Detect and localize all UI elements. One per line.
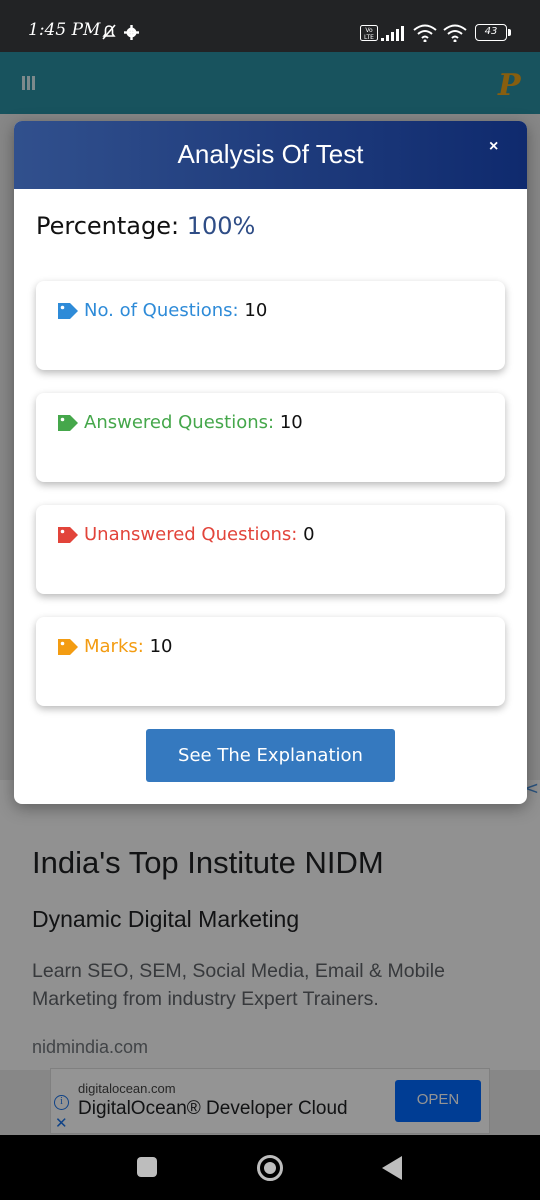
tag-icon bbox=[58, 415, 78, 431]
stat-label: No. of Questions: bbox=[84, 300, 239, 321]
stat-label: Unanswered Questions: bbox=[84, 524, 298, 545]
see-explanation-button[interactable]: See The Explanation bbox=[146, 729, 395, 782]
percentage-value: 100% bbox=[186, 212, 256, 240]
signal-icon bbox=[381, 26, 404, 41]
close-button[interactable]: × bbox=[489, 138, 498, 156]
stat-value: 10 bbox=[149, 636, 173, 657]
svg-text:LTE: LTE bbox=[364, 34, 374, 41]
svg-text:Vo: Vo bbox=[365, 27, 373, 34]
percentage-row: Percentage: 100% bbox=[36, 212, 255, 240]
bell-muted-icon bbox=[102, 24, 116, 40]
tag-icon bbox=[58, 527, 78, 543]
back-button[interactable] bbox=[382, 1156, 402, 1180]
battery-level: 43 bbox=[484, 26, 498, 37]
volte-icon: Vo LTE bbox=[360, 25, 378, 41]
stat-value: 0 bbox=[303, 524, 315, 545]
stat-value: 10 bbox=[279, 412, 303, 433]
stat-label: Answered Questions: bbox=[84, 412, 275, 433]
stat-value: 10 bbox=[244, 300, 268, 321]
modal-header: Analysis Of Test × bbox=[14, 121, 527, 189]
status-bar: 1:45 PM Vo LTE 43 bbox=[0, 0, 540, 52]
tag-icon bbox=[58, 303, 78, 319]
modal-title: Analysis Of Test bbox=[177, 139, 364, 169]
wifi-hotspot-icon bbox=[443, 24, 467, 42]
battery-icon: 43 bbox=[475, 24, 507, 41]
stat-card-answered: Answered Questions: 10 bbox=[36, 393, 505, 482]
stat-card-questions: No. of Questions: 10 bbox=[36, 281, 505, 370]
stat-card-unanswered: Unanswered Questions: 0 bbox=[36, 505, 505, 594]
stat-label: Marks: bbox=[84, 636, 144, 657]
home-button[interactable] bbox=[257, 1155, 283, 1181]
percentage-label: Percentage: bbox=[36, 212, 180, 240]
recents-button[interactable] bbox=[137, 1157, 157, 1177]
status-time: 1:45 PM bbox=[28, 20, 101, 40]
analysis-modal: Analysis Of Test × Percentage: 100% No. … bbox=[14, 121, 527, 804]
tag-icon bbox=[58, 639, 78, 655]
stat-card-marks: Marks: 10 bbox=[36, 617, 505, 706]
gear-icon bbox=[124, 25, 139, 40]
battery-tip bbox=[508, 29, 511, 36]
wifi-icon bbox=[413, 24, 437, 42]
